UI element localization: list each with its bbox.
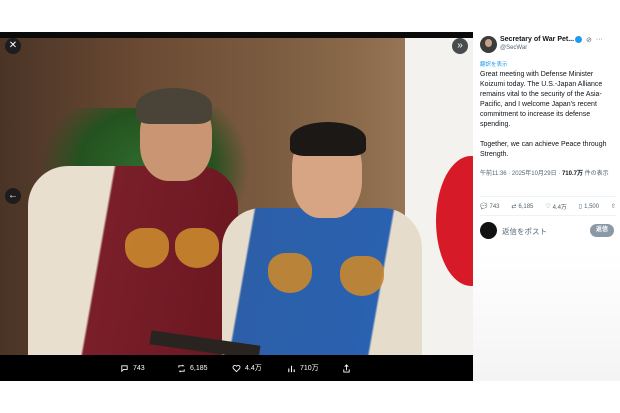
like-button[interactable]: ♡ 4.4万 [545,202,567,211]
post-paragraph: Together, we can achieve Peace through S… [480,141,607,158]
display-name[interactable]: Secretary of War Pet... [500,36,574,43]
post-paragraph: Great meeting with Defense Minister Koiz… [480,71,603,128]
reply-composer: 返信をポスト 返信 [480,222,616,240]
prev-arrow-icon[interactable]: ← [5,188,21,204]
like-count: 4.4万 [552,205,567,211]
divider [480,215,616,216]
reply-button[interactable]: 💬 743 [480,202,500,211]
sidebar-empty [473,250,620,381]
viewer-reply-count: 743 [133,364,145,372]
views-count: 710.7万 [561,171,583,177]
avatar [480,222,497,239]
eagle-embroidery [340,256,384,296]
verified-icon [575,36,582,43]
media-viewer: 743 6,185 4.4万 710万 [0,32,473,381]
repost-count: 6,185 [518,203,534,210]
reply-submit-button[interactable]: 返信 [590,224,614,237]
user-handle[interactable]: @SecWar [500,45,527,51]
repost-icon [178,364,185,372]
person-right-jacket [222,208,422,360]
views-icon [288,365,295,372]
viewer-views-button[interactable]: 710万 [287,355,319,381]
viewer-repost-button[interactable]: 6,185 [177,355,208,381]
reply-icon [121,364,128,372]
post-meta: 午前11:36 · 2025年10月29日 · 710.7万 件の表示 [480,170,616,179]
bookmark-count: 1,500 [584,203,600,210]
grok-icon[interactable]: ⊘ [586,36,592,44]
avatar[interactable] [480,36,497,53]
eagle-embroidery [175,228,219,268]
post-panel: Secretary of War Pet... @SecWar ⊘ ··· 翻訳… [473,32,620,250]
translate-link[interactable]: 翻訳を表示 [480,60,508,68]
reply-input[interactable]: 返信をポスト [502,226,547,237]
viewer-share-button[interactable] [342,355,351,381]
eagle-embroidery [268,253,312,293]
viewer-repost-count: 6,185 [190,364,208,372]
bookmark-button[interactable]: ▯ 1,500 [579,202,599,211]
viewer-action-bar: 743 6,185 4.4万 710万 [0,355,473,381]
repost-button[interactable]: ⇄ 6,185 [511,202,533,211]
post-time[interactable]: 午前11:36 · 2025年10月29日 · [480,171,562,177]
post-stats: 💬 743 ⇄ 6,185 ♡ 4.4万 ▯ 1,500 ⇧ [480,202,616,212]
share-button[interactable]: ⇧ [611,202,616,211]
post-photo[interactable] [0,38,473,360]
views-label: 件の表示 [582,171,609,177]
viewer-like-count: 4.4万 [245,365,262,372]
expand-icon[interactable]: » [452,38,468,54]
share-icon [343,363,350,373]
divider [480,196,616,197]
header-icons: ⊘ ··· [575,36,603,44]
display-name-text: Secretary of War Pet... [500,36,575,43]
viewer-views-count: 710万 [300,365,319,372]
person-right-hair [290,122,366,156]
viewer-like-button[interactable]: 4.4万 [232,355,262,381]
post-body: Great meeting with Defense Minister Koiz… [480,70,616,170]
more-icon[interactable]: ··· [596,36,603,44]
close-icon[interactable]: ✕ [5,38,21,54]
eagle-embroidery [125,228,169,268]
viewer-reply-button[interactable]: 743 [120,355,145,381]
person-left-hair [136,88,212,124]
reply-count: 743 [489,203,500,210]
like-icon [232,364,241,372]
